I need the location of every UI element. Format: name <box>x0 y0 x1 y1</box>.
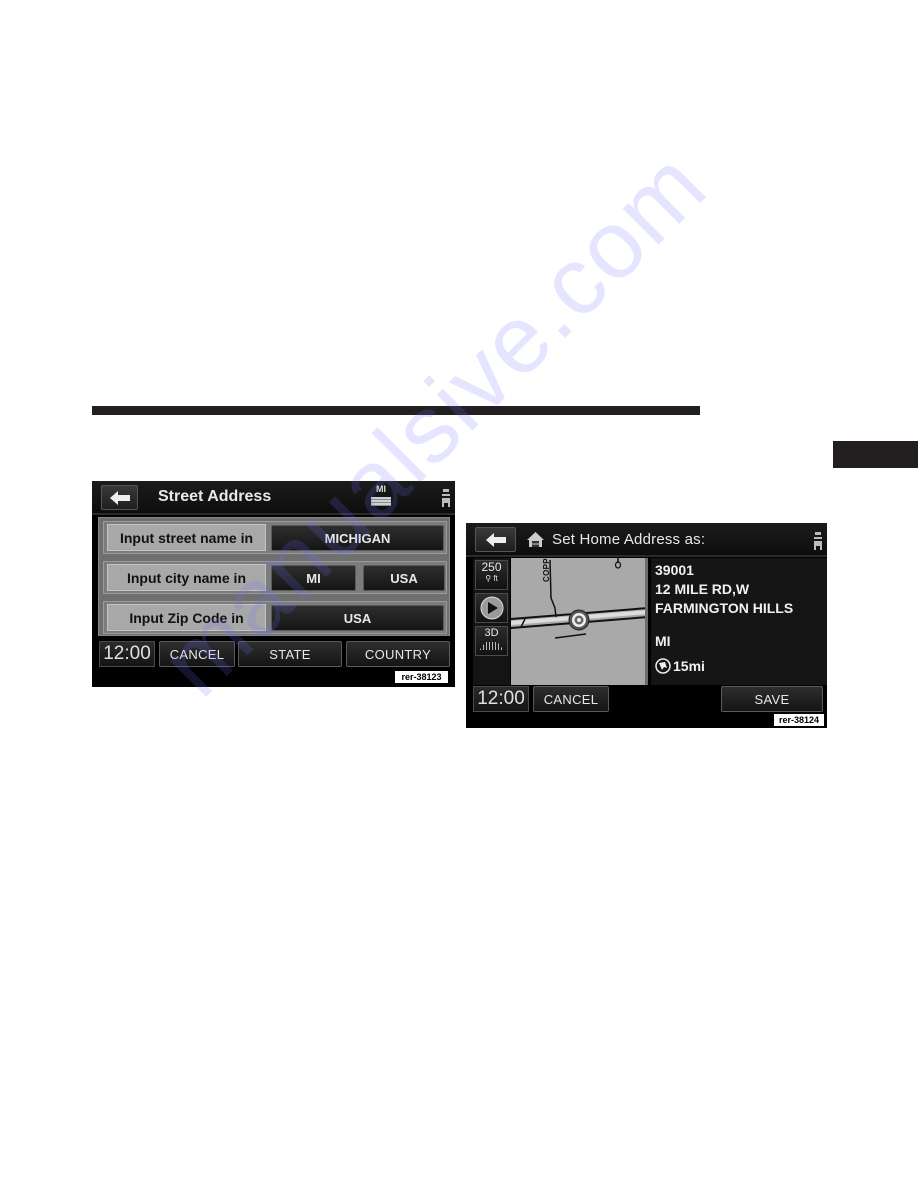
back-arrow-icon <box>109 490 130 505</box>
city-name-row: Input city name in MI USA <box>103 561 447 594</box>
cancel-button[interactable]: CANCEL <box>159 641 235 667</box>
screen-header: Set Home Address as: <box>466 523 827 557</box>
current-position-marker <box>568 609 590 631</box>
street-name-row: Input street name in MICHIGAN <box>103 521 447 554</box>
zoom-unit: ft <box>493 574 498 583</box>
direction-arrow-icon <box>655 658 671 674</box>
back-arrow-icon <box>485 532 506 547</box>
section-rule <box>92 406 700 415</box>
distance-readout: 15mi <box>655 658 705 674</box>
seat-icon <box>814 532 822 550</box>
chapter-tab <box>833 441 918 468</box>
state-button[interactable]: STATE <box>238 641 342 667</box>
screen-title: Street Address <box>158 488 272 505</box>
play-icon <box>480 596 503 620</box>
usa-button[interactable]: USA <box>271 605 444 631</box>
zoom-scale: 250 <box>481 560 502 574</box>
figure-reference: rer-38124 <box>773 713 825 727</box>
usa-button[interactable]: USA <box>363 565 445 591</box>
address-street: 12 MILE RD,W <box>655 581 750 597</box>
map-roads <box>511 558 645 639</box>
street-address-screen: Street Address MI Input street name in M… <box>92 481 455 687</box>
zoom-unit-row: ⚲ ft <box>476 574 507 584</box>
input-options-panel: Input street name in MICHIGAN Input city… <box>98 517 450 636</box>
map-tools: 250 ⚲ ft 3D <box>473 558 510 685</box>
save-button[interactable]: SAVE <box>721 686 823 712</box>
view-mode-label: 3D <box>484 627 499 639</box>
screen-title: Set Home Address as: <box>552 531 706 548</box>
home-icon <box>527 532 544 547</box>
zoom-scale-button[interactable]: 250 ⚲ ft <box>475 560 508 590</box>
road-label: COPPL <box>542 558 551 582</box>
row-label: Input street name in <box>107 524 266 551</box>
address-state: MI <box>655 633 671 649</box>
back-button[interactable] <box>475 527 516 552</box>
seat-icon <box>442 489 450 507</box>
view-mode-button[interactable]: 3D <box>475 626 508 656</box>
michigan-button[interactable]: MICHIGAN <box>271 525 444 551</box>
state-indicator: MI <box>376 484 386 494</box>
play-button[interactable] <box>475 593 508 623</box>
state-flag-icon[interactable]: MI <box>370 484 392 510</box>
distance-value: 15mi <box>673 658 705 674</box>
row-label: Input Zip Code in <box>107 604 266 631</box>
row-label: Input city name in <box>107 564 266 591</box>
cancel-button[interactable]: CANCEL <box>533 686 609 712</box>
clock: 12:00 <box>473 686 529 712</box>
set-home-address-screen: Set Home Address as: 250 ⚲ ft 3D COPPL 3… <box>466 523 827 728</box>
figure-reference: rer-38123 <box>394 670 449 684</box>
clock: 12:00 <box>99 641 155 667</box>
map-view[interactable]: COPPL <box>511 558 648 685</box>
mi-button[interactable]: MI <box>271 565 356 591</box>
country-button[interactable]: COUNTRY <box>346 641 450 667</box>
perspective-grid-icon <box>479 642 504 650</box>
address-city: FARMINGTON HILLS <box>655 600 794 616</box>
flag-graphic <box>371 497 391 506</box>
address-number: 39001 <box>655 562 694 578</box>
zip-code-row: Input Zip Code in USA <box>103 601 447 634</box>
screen-header: Street Address MI <box>92 481 455 515</box>
back-button[interactable] <box>101 485 138 510</box>
address-info: 39001 12 MILE RD,W FARMINGTON HILLS MI 1… <box>651 558 827 685</box>
